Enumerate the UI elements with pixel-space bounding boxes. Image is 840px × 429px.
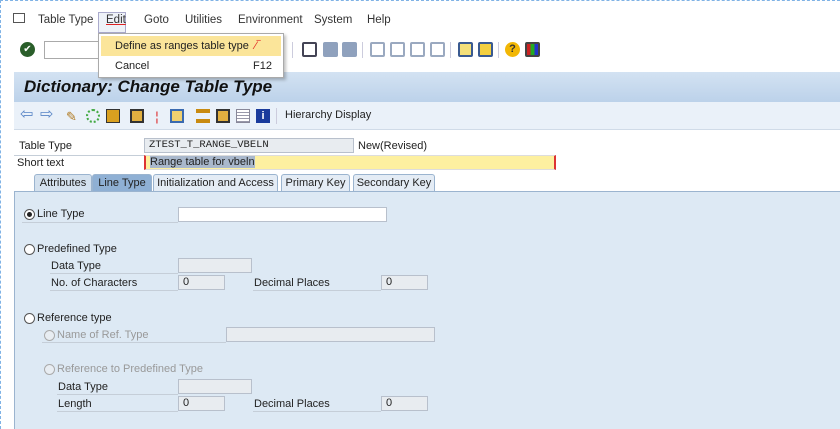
help-icon[interactable]: ? (505, 42, 520, 57)
enter-check-icon[interactable]: ✔ (20, 42, 35, 57)
first-page-icon[interactable] (370, 42, 385, 57)
reference-type-label: Reference type (37, 312, 112, 324)
find-icon[interactable] (323, 42, 338, 57)
short-text-value: Range table for vbeln (150, 156, 255, 168)
line-type-radio[interactable] (24, 209, 35, 220)
back-arrow-icon[interactable]: ⇦ (20, 107, 34, 123)
menu-system[interactable]: System (314, 14, 352, 26)
create-session-icon[interactable] (458, 42, 473, 57)
length-field: 0 (178, 396, 225, 411)
object-list-icon[interactable] (216, 109, 230, 123)
customize-layout-icon[interactable] (525, 42, 540, 57)
name-of-ref-type-radio[interactable] (44, 330, 55, 341)
data-type-field-2 (178, 379, 252, 394)
reference-predefined-radio[interactable] (44, 364, 55, 375)
menu-item-label: Define as ranges table type (115, 40, 249, 52)
name-of-ref-type-label: Name of Ref. Type (57, 329, 149, 341)
hierarchy-icon[interactable] (196, 109, 210, 123)
decimal-places-field: 0 (381, 275, 428, 290)
line-type-label: Line Type (37, 208, 85, 220)
navigate-icon[interactable] (170, 109, 184, 123)
list-icon[interactable] (236, 109, 250, 123)
find-next-icon[interactable] (342, 42, 357, 57)
length-label: Length (58, 398, 92, 410)
decimal-places-label-2: Decimal Places (254, 398, 330, 410)
forward-arrow-icon[interactable]: ⇨ (40, 107, 54, 123)
data-type-label-2: Data Type (58, 381, 108, 393)
check-icon[interactable] (130, 109, 144, 123)
tab-line-type[interactable]: Line Type (92, 174, 152, 192)
no-of-characters-label: No. of Characters (51, 277, 138, 289)
red-check-annotation: ⁄‾ (254, 40, 261, 52)
reference-predefined-label: Reference to Predefined Type (57, 363, 203, 375)
previous-page-icon[interactable] (390, 42, 405, 57)
display-change-icon[interactable]: ✎ (66, 109, 80, 124)
where-used-icon[interactable]: ¦ (150, 109, 164, 124)
decimal-places-label: Decimal Places (254, 277, 330, 289)
menu-help[interactable]: Help (367, 14, 391, 26)
name-of-ref-type-field (226, 327, 435, 342)
info-icon[interactable]: i (256, 109, 270, 123)
tab-initialization-access[interactable]: Initialization and Access (153, 174, 278, 192)
edit-dropdown-menu: Define as ranges table type ⁄‾ Cancel F12 (98, 33, 284, 78)
line-type-input[interactable] (178, 207, 387, 222)
last-page-icon[interactable] (430, 42, 445, 57)
application-toolbar: ⇦ ⇨ ✎ ¦ i Hierarchy Display (14, 102, 840, 130)
tab-primary-key[interactable]: Primary Key (281, 174, 350, 192)
menu-utilities[interactable]: Utilities (185, 14, 222, 26)
data-type-field (178, 258, 252, 273)
predefined-type-label: Predefined Type (37, 243, 117, 255)
status-text: New(Revised) (358, 140, 428, 152)
predefined-type-radio[interactable] (24, 244, 35, 255)
menu-table-type[interactable]: Table Type (38, 14, 93, 26)
short-text-input[interactable]: Range table for vbeln (144, 155, 556, 170)
menu-item-cancel[interactable]: Cancel F12 (101, 56, 281, 76)
short-text-label: Short text (17, 157, 65, 169)
data-type-label: Data Type (51, 260, 101, 272)
table-type-field: ZTEST_T_RANGE_VBELN (144, 138, 354, 153)
table-type-label: Table Type (19, 140, 73, 152)
menu-environment[interactable]: Environment (238, 14, 303, 26)
shortcut-icon[interactable] (478, 42, 493, 57)
menu-item-define-ranges-table-type[interactable]: Define as ranges table type ⁄‾ (101, 36, 281, 56)
reference-type-radio[interactable] (24, 313, 35, 324)
next-page-icon[interactable] (410, 42, 425, 57)
command-field[interactable] (44, 41, 104, 59)
active-inactive-icon[interactable] (86, 109, 100, 123)
menu-edit[interactable]: Edit (106, 14, 126, 26)
tab-attributes[interactable]: Attributes (34, 174, 92, 192)
menu-item-shortcut: F12 (253, 60, 272, 72)
system-menu-icon[interactable] (13, 13, 25, 23)
tab-secondary-key[interactable]: Secondary Key (353, 174, 435, 192)
menu-item-label: Cancel (115, 60, 150, 72)
no-of-characters-field: 0 (178, 275, 225, 290)
menu-goto[interactable]: Goto (144, 14, 169, 26)
decimal-places-field-2: 0 (381, 396, 428, 411)
hierarchy-display-button[interactable]: Hierarchy Display (285, 109, 371, 121)
activate-icon[interactable] (106, 109, 120, 123)
print-icon[interactable] (302, 42, 317, 57)
